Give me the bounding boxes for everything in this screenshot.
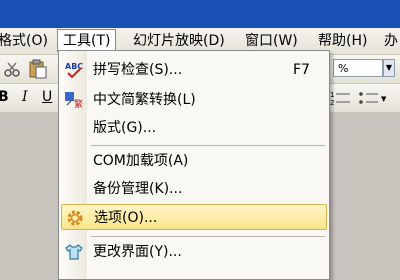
menu-format[interactable]: 格式(O) bbox=[0, 32, 48, 50]
italic-button[interactable]: I bbox=[22, 89, 28, 105]
menu-item-chinese-conversion[interactable]: 繁 中文简繁转换(L) bbox=[61, 87, 327, 113]
gear-icon bbox=[67, 210, 83, 226]
chinese-conversion-icon: 繁 bbox=[65, 92, 83, 110]
menu-tools[interactable]: 工具(T) bbox=[57, 29, 117, 52]
zoom-field[interactable]: % bbox=[333, 59, 383, 77]
menu-separator bbox=[91, 236, 325, 237]
menu-item-change-interface[interactable]: 更改界面(Y)... bbox=[61, 239, 327, 265]
menu-item-label: 更改界面(Y)... bbox=[93, 244, 182, 260]
bold-button[interactable]: B bbox=[0, 89, 9, 105]
spell-check-icon: ABC bbox=[65, 62, 83, 79]
cut-icon[interactable] bbox=[4, 61, 20, 77]
svg-text:繁: 繁 bbox=[74, 98, 83, 110]
menu-item-label: COM加载项(A) bbox=[93, 153, 189, 169]
svg-text:▼: ▼ bbox=[381, 95, 387, 103]
menu-separator bbox=[91, 145, 325, 146]
underline-button[interactable]: U bbox=[42, 89, 52, 105]
svg-text:1: 1 bbox=[330, 91, 334, 99]
title-bar bbox=[0, 0, 400, 28]
bullet-list-icon[interactable]: ▼ bbox=[358, 90, 388, 106]
menu-item-layout[interactable]: 版式(G)... bbox=[61, 115, 327, 141]
menu-item-spell-check[interactable]: ABC 拼写检查(S)... F7 bbox=[61, 57, 327, 83]
menu-item-label: 版式(G)... bbox=[93, 120, 157, 136]
chevron-down-icon[interactable]: ▼ bbox=[383, 59, 395, 77]
menu-help[interactable]: 帮助(H) bbox=[318, 32, 367, 50]
menu-more[interactable]: 办 bbox=[384, 32, 398, 50]
menu-item-label: 中文简繁转换(L) bbox=[93, 92, 196, 108]
numbered-list-icon[interactable]: 1 2 bbox=[330, 90, 352, 106]
menu-slideshow[interactable]: 幻灯片放映(D) bbox=[133, 32, 225, 50]
menu-window[interactable]: 窗口(W) bbox=[245, 32, 298, 50]
menu-item-options[interactable]: 选项(O)... bbox=[61, 204, 327, 230]
menu-item-label: 拼写检查(S)... bbox=[93, 62, 183, 78]
svg-text:2: 2 bbox=[330, 99, 334, 106]
paste-icon[interactable] bbox=[28, 59, 48, 79]
shortcut-label: F7 bbox=[293, 62, 310, 78]
menu-item-label: 备份管理(K)... bbox=[93, 181, 183, 197]
shirt-icon bbox=[65, 244, 83, 260]
menu-item-com-addins[interactable]: COM加载项(A) bbox=[61, 148, 327, 174]
menu-item-backup[interactable]: 备份管理(K)... bbox=[61, 176, 327, 202]
tools-dropdown-menu: ABC 拼写检查(S)... F7 繁 中文简繁转换(L) 版式(G)... C… bbox=[58, 50, 330, 280]
menu-item-label: 选项(O)... bbox=[94, 210, 158, 226]
